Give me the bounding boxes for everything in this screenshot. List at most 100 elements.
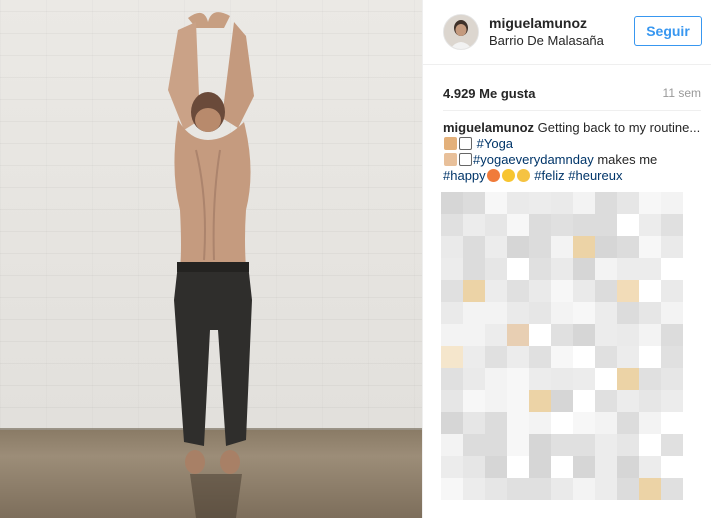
pixel-block: [617, 192, 639, 214]
pixel-block: [463, 214, 485, 236]
pixel-block: [595, 456, 617, 478]
pixel-block: [639, 258, 661, 280]
hashtag-yogaeverydamnday[interactable]: #yogaeverydamnday: [473, 152, 594, 167]
pixel-block: [441, 346, 463, 368]
pixel-block: [507, 214, 529, 236]
pixel-block: [573, 236, 595, 258]
pixel-block: [617, 236, 639, 258]
pixel-block: [441, 236, 463, 258]
pixel-block: [441, 324, 463, 346]
pixel-block: [485, 324, 507, 346]
pixel-block: [661, 214, 683, 236]
pixel-block: [617, 280, 639, 302]
pixel-block: [507, 478, 529, 500]
praying-hands-emoji-icon: [444, 137, 457, 150]
pixel-block: [661, 456, 683, 478]
pixel-block: [639, 478, 661, 500]
pixel-block: [441, 192, 463, 214]
pixel-block: [573, 280, 595, 302]
pixel-block: [529, 456, 551, 478]
caption-text: makes me: [597, 152, 658, 167]
pixel-block: [529, 302, 551, 324]
pixel-block: [661, 192, 683, 214]
pixel-block: [529, 192, 551, 214]
like-count[interactable]: 4.929 Me gusta: [443, 86, 536, 101]
pixel-block: [595, 412, 617, 434]
pixel-block: [639, 412, 661, 434]
pixel-block: [551, 456, 573, 478]
pixel-block: [661, 434, 683, 456]
pixel-block: [485, 214, 507, 236]
pixel-block: [617, 478, 639, 500]
pixel-block: [573, 192, 595, 214]
pixel-block: [529, 478, 551, 500]
explosion-emoji-icon: [486, 169, 500, 182]
pixel-block: [639, 236, 661, 258]
caption-author[interactable]: miguelamunoz: [443, 120, 534, 135]
pixel-block: [573, 368, 595, 390]
hashtag-feliz[interactable]: #feliz: [534, 168, 564, 183]
pixel-block: [617, 258, 639, 280]
pixel-block: [573, 346, 595, 368]
pixel-block: [551, 280, 573, 302]
pixel-block: [463, 236, 485, 258]
pixel-block: [463, 434, 485, 456]
pixel-block: [441, 456, 463, 478]
pixel-block: [617, 368, 639, 390]
post-username[interactable]: miguelamunoz: [489, 15, 587, 31]
pixel-block: [507, 368, 529, 390]
pixel-block: [617, 412, 639, 434]
pixel-block: [573, 214, 595, 236]
pixel-block: [507, 280, 529, 302]
pixel-block: [617, 456, 639, 478]
pixel-block: [529, 324, 551, 346]
pixel-block: [661, 324, 683, 346]
hashtag-yoga[interactable]: #Yoga: [477, 136, 513, 151]
pixel-block: [661, 412, 683, 434]
pixel-block: [463, 324, 485, 346]
pixel-block: [485, 390, 507, 412]
pixel-block: [573, 324, 595, 346]
pixel-block: [595, 214, 617, 236]
pixel-block: [595, 434, 617, 456]
pixel-block: [529, 434, 551, 456]
pixel-block: [529, 346, 551, 368]
pixel-block: [595, 390, 617, 412]
pixel-block: [441, 412, 463, 434]
pixel-block: [617, 324, 639, 346]
pixel-block: [463, 478, 485, 500]
pixel-block: [463, 258, 485, 280]
post-caption: miguelamunoz Getting back to my routine.…: [443, 120, 703, 184]
pixel-block: [573, 434, 595, 456]
post-timestamp[interactable]: 11 sem: [663, 86, 701, 100]
avatar[interactable]: [443, 14, 479, 50]
pixel-block: [463, 390, 485, 412]
pixel-block: [551, 390, 573, 412]
pixel-block: [595, 258, 617, 280]
pixel-block: [573, 390, 595, 412]
post-location[interactable]: Barrio De Malasaña: [489, 33, 604, 48]
hashtag-happy[interactable]: #happy: [443, 168, 486, 183]
raising-hands-emoji-icon: [444, 153, 457, 166]
pixel-block: [551, 434, 573, 456]
pixel-block: [551, 192, 573, 214]
pixel-block: [661, 258, 683, 280]
pixel-block: [529, 368, 551, 390]
pixel-block: [463, 368, 485, 390]
hashtag-heureux[interactable]: #heureux: [568, 168, 622, 183]
follow-button[interactable]: Seguir: [634, 16, 702, 46]
pixel-block: [507, 258, 529, 280]
pixel-block: [617, 346, 639, 368]
pixel-block: [639, 434, 661, 456]
pixel-block: [551, 346, 573, 368]
post-photo[interactable]: [0, 0, 422, 518]
grid-emoji-icon: [459, 153, 472, 166]
pixel-block: [485, 456, 507, 478]
pixel-block: [507, 346, 529, 368]
pixel-block: [529, 214, 551, 236]
pixel-block: [595, 346, 617, 368]
pixel-block: [551, 214, 573, 236]
pixel-block: [639, 214, 661, 236]
pixel-block: [485, 280, 507, 302]
pixel-block: [639, 346, 661, 368]
